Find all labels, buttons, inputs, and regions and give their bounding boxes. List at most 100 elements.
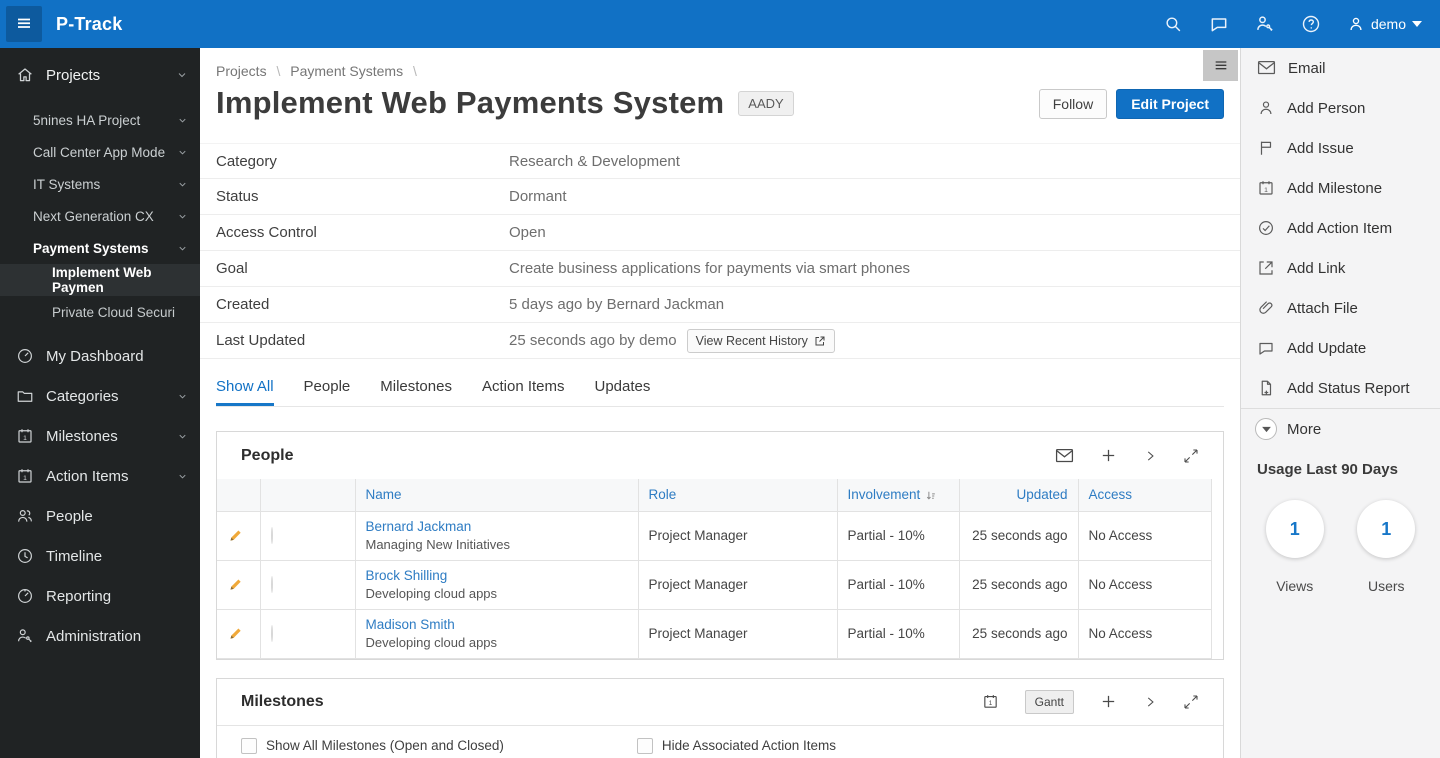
header-access[interactable]: Access [1077, 479, 1212, 512]
menu-label: Milestones [46, 427, 118, 445]
person-involvement: Partial - 10% [836, 560, 960, 610]
chevron-right-icon[interactable] [1143, 449, 1157, 463]
edit-pencil-icon[interactable] [227, 527, 250, 544]
people-row-bernard-jackman: Bernard Jackman Managing New Initiatives … [217, 511, 1212, 561]
person-name-link[interactable]: Madison Smith [366, 617, 628, 632]
user-menu[interactable]: demo [1347, 15, 1422, 33]
flag-icon [1257, 139, 1275, 157]
person-name-link[interactable]: Brock Shilling [366, 568, 628, 583]
more-label: More [1287, 420, 1322, 438]
sidebar-project-5nines[interactable]: 5nines HA Project [0, 104, 200, 136]
sidebar-item-my-dashboard[interactable]: My Dashboard [0, 336, 200, 376]
hide-associated-action-items-checkbox[interactable] [636, 737, 653, 754]
sidebar-project-payment-systems[interactable]: Payment Systems [0, 232, 200, 264]
calendar-icon: 1 [1257, 179, 1275, 197]
sidebar-project-next-gen-cx[interactable]: Next Generation CX [0, 200, 200, 232]
sidebar-item-administration[interactable]: Administration [0, 616, 200, 656]
edit-project-button[interactable]: Edit Project [1116, 89, 1224, 119]
header-role[interactable]: Role [637, 479, 838, 512]
email-people-icon[interactable] [1055, 448, 1074, 464]
expand-panel-icon[interactable] [1183, 694, 1199, 710]
avatar[interactable] [270, 625, 273, 642]
add-person-icon[interactable] [1100, 447, 1117, 464]
users-label: Users [1367, 578, 1405, 594]
action-add-person[interactable]: Add Person [1241, 88, 1440, 128]
breadcrumb-payment-systems[interactable]: Payment Systems [290, 63, 403, 79]
edit-pencil-icon[interactable] [227, 625, 250, 642]
sidebar-subitem-implement-web-payments[interactable]: Implement Web Paymen [0, 264, 200, 296]
show-all-milestones-checkbox[interactable] [241, 737, 257, 754]
caret-down-circle-icon [1255, 418, 1277, 440]
action-email[interactable]: Email [1241, 48, 1440, 88]
project-label: Next Generation CX [33, 208, 154, 224]
menu-label: People [46, 507, 93, 525]
person-subtitle: Managing New Initiatives [365, 537, 511, 552]
users-count: 1 [1357, 500, 1416, 558]
app-menu-button[interactable] [6, 6, 42, 42]
chevron-right-icon[interactable] [1143, 695, 1157, 709]
tab-people[interactable]: People [304, 378, 351, 406]
add-milestone-icon[interactable] [1100, 693, 1117, 710]
header-involvement[interactable]: Involvement [836, 479, 960, 512]
app-title: P-Track [56, 13, 123, 34]
action-add-milestone[interactable]: 1 Add Milestone [1241, 168, 1440, 208]
action-attach-file[interactable]: Attach File [1241, 288, 1440, 328]
subitem-label: Private Cloud Securi [52, 304, 176, 320]
chevron-down-icon [177, 431, 188, 442]
action-add-action-item[interactable]: Add Action Item [1241, 208, 1440, 248]
search-icon[interactable] [1164, 15, 1183, 34]
sidebar-item-action-items[interactable]: 1 Action Items [0, 456, 200, 496]
field-value: Open [509, 224, 546, 241]
stat-views: 1 Views [1265, 500, 1324, 594]
sidebar-item-reporting[interactable]: Reporting [0, 576, 200, 616]
chevron-down-icon [177, 147, 188, 158]
sidebar-item-milestones[interactable]: 1 Milestones [0, 416, 200, 456]
sidebar-item-projects[interactable]: Projects [0, 56, 200, 94]
action-add-issue[interactable]: Add Issue [1241, 128, 1440, 168]
view-recent-history-button[interactable]: View Recent History [686, 328, 835, 353]
people-panel-title: People [241, 446, 294, 464]
breadcrumb: Projects \ Payment Systems \ [200, 48, 1240, 79]
breadcrumb-projects[interactable]: Projects [216, 63, 267, 79]
edit-pencil-icon[interactable] [227, 576, 250, 593]
sidebar-project-call-center[interactable]: Call Center App Mode [0, 136, 200, 168]
chevron-down-icon [177, 179, 188, 190]
tab-action-items[interactable]: Action Items [482, 378, 565, 406]
project-label: 5nines HA Project [33, 112, 141, 128]
sidebar-project-it-systems[interactable]: IT Systems [0, 168, 200, 200]
sidebar-item-people[interactable]: People [0, 496, 200, 536]
svg-text:1: 1 [1264, 187, 1268, 194]
avatar[interactable] [270, 576, 273, 593]
admin-tools-icon[interactable] [1255, 14, 1275, 34]
action-label: Add Status Report [1287, 379, 1410, 397]
external-link-icon [1257, 259, 1275, 277]
subitem-label: Implement Web Paymen [52, 265, 152, 295]
person-subtitle: Developing cloud apps [365, 586, 498, 601]
messages-icon[interactable] [1209, 14, 1229, 34]
expand-panel-icon[interactable] [1183, 448, 1199, 464]
user-name: demo [1370, 16, 1406, 32]
action-add-update[interactable]: Add Update [1241, 328, 1440, 368]
calendar-icon: 1 [16, 467, 34, 485]
sidebar-item-timeline[interactable]: Timeline [0, 536, 200, 576]
project-fields: Category Research & Development Status D… [200, 143, 1240, 359]
more-button[interactable]: More [1241, 409, 1440, 449]
sidebar-item-categories[interactable]: Categories [0, 376, 200, 416]
tab-milestones[interactable]: Milestones [380, 378, 452, 406]
avatar[interactable] [270, 527, 273, 544]
action-label: Add Issue [1287, 139, 1354, 157]
person-name-link[interactable]: Bernard Jackman [366, 519, 628, 534]
action-add-link[interactable]: Add Link [1241, 248, 1440, 288]
hide-associated-action-items-checkbox-row: Hide Associated Action Items [636, 737, 836, 754]
panel-toggle-button[interactable] [1203, 50, 1238, 81]
gantt-button[interactable]: Gantt [1024, 689, 1074, 714]
sidebar-subitem-private-cloud-security[interactable]: Private Cloud Securi [0, 296, 200, 328]
tab-show-all[interactable]: Show All [216, 378, 274, 406]
follow-button[interactable]: Follow [1038, 89, 1108, 119]
calendar-view-icon[interactable]: 1 [982, 693, 999, 710]
action-add-status-report[interactable]: Add Status Report [1241, 368, 1440, 408]
header-name[interactable]: Name [354, 479, 639, 512]
header-updated[interactable]: Updated [958, 479, 1079, 512]
help-icon[interactable] [1301, 14, 1321, 34]
tab-updates[interactable]: Updates [595, 378, 651, 406]
